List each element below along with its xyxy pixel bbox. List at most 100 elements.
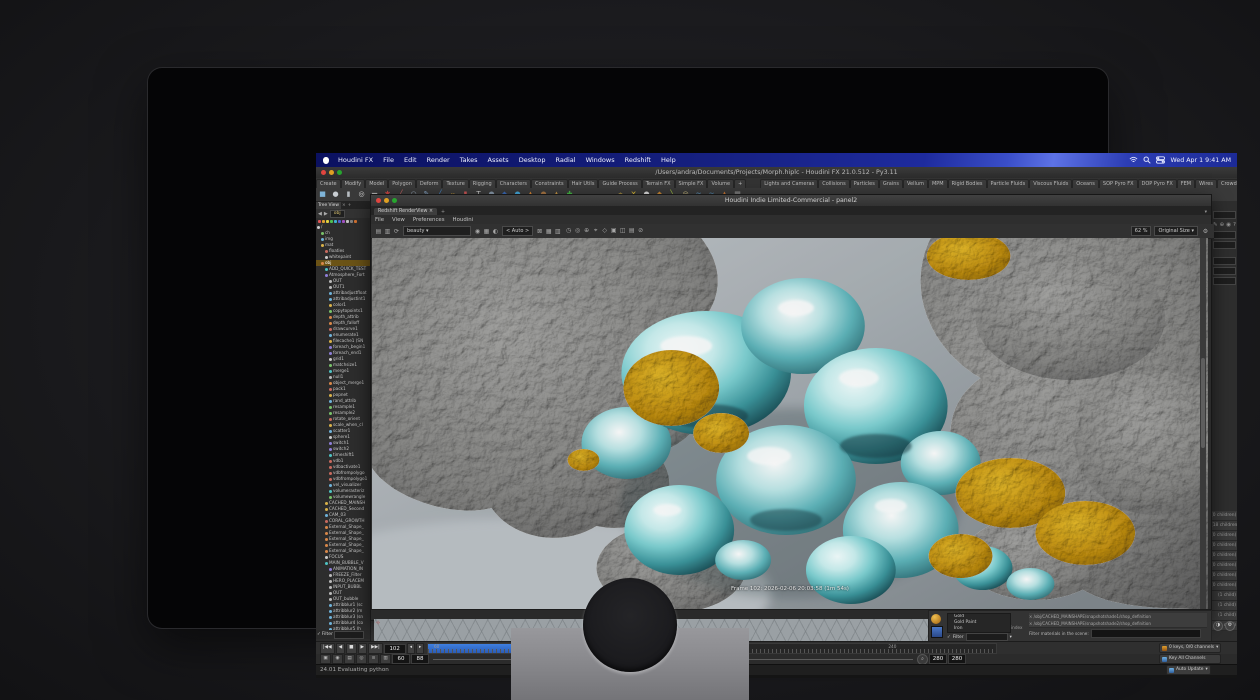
node-type-filter-icon[interactable] xyxy=(342,220,345,223)
toolbar-icon[interactable]: ⊘ xyxy=(636,227,645,235)
zoom-window-icon[interactable] xyxy=(337,170,342,175)
menubar-item[interactable]: File xyxy=(378,156,399,164)
scrollbar-thumb[interactable] xyxy=(1201,358,1205,448)
dropdown-icon[interactable]: ▾ xyxy=(1010,635,1012,640)
param-field[interactable] xyxy=(1213,277,1236,285)
toolbar-icon[interactable]: ▦ xyxy=(482,228,491,235)
transport-button[interactable]: |◀◀ xyxy=(320,643,335,654)
size-dropdown[interactable]: Original Size ▾ xyxy=(1154,226,1198,236)
shelf-tab[interactable]: DOP Pyro FX xyxy=(1138,179,1177,188)
toolbar-icon[interactable]: ◫ xyxy=(618,227,627,235)
toolbar-icon[interactable]: ⊠ xyxy=(535,228,544,235)
shelf-tab[interactable]: Create xyxy=(316,179,341,188)
menubar-item[interactable]: Assets xyxy=(483,156,514,164)
shelf-tab[interactable]: + xyxy=(734,179,746,188)
shelf-tab[interactable]: Terrain FX xyxy=(642,179,675,188)
filter-check-icon[interactable]: ✓ xyxy=(317,632,321,637)
menubar-item[interactable]: Help xyxy=(656,156,681,164)
toolbar-icon[interactable]: ⊕ xyxy=(582,227,591,235)
toolbar-icon[interactable]: ▦ xyxy=(544,228,553,235)
shelf-tool-icon[interactable]: ■ xyxy=(316,190,329,200)
playbar-option-icon[interactable]: ▣ xyxy=(320,654,331,664)
renderview-menu-item[interactable]: Houdini xyxy=(449,217,478,223)
shelf-tab[interactable]: Lights and Cameras xyxy=(760,179,818,188)
tree-path[interactable]: obj xyxy=(330,210,345,218)
menubar-clock[interactable]: Wed Apr 1 9:41 AM xyxy=(1170,157,1231,164)
toolbar-icon[interactable]: ▣ xyxy=(609,227,618,235)
playbar-option-icon[interactable]: ▥ xyxy=(380,654,391,664)
range-mid-field[interactable]: 88 xyxy=(411,654,429,664)
node-type-filter-icon[interactable] xyxy=(326,220,329,223)
tree-filter-input[interactable] xyxy=(334,631,364,639)
menubar-item[interactable]: Render xyxy=(422,156,455,164)
shop-definition-row[interactable]: × /obj/CACHED_MAINSHAPE/snapshotshade2/s… xyxy=(1029,620,1207,628)
menubar-item[interactable]: Desktop xyxy=(514,156,551,164)
shelf-tab[interactable]: FEM xyxy=(1177,179,1195,188)
close-window-icon[interactable] xyxy=(376,198,381,203)
shelf-tab[interactable]: Viscous Fluids xyxy=(1029,179,1072,188)
key-all-channels-button[interactable]: Key All Channels xyxy=(1159,654,1221,664)
shelf-tab[interactable]: SOP Pyro FX xyxy=(1099,179,1138,188)
range-end-field-a[interactable]: 280 xyxy=(929,654,947,664)
minimize-window-icon[interactable] xyxy=(384,198,389,203)
panel-icon[interactable]: ◉ xyxy=(1226,222,1231,228)
toolbar-icon[interactable]: ◎ xyxy=(573,227,582,235)
menubar-item[interactable]: Windows xyxy=(581,156,620,164)
param-field[interactable] xyxy=(1213,241,1236,249)
shelf-tab[interactable]: Crowds xyxy=(1217,179,1237,188)
apple-menu-icon[interactable] xyxy=(323,157,329,164)
panel-icon[interactable]: ⊕ xyxy=(1220,222,1225,228)
shelf-tab[interactable]: Particles xyxy=(850,179,879,188)
shelf-tab[interactable]: Constraints xyxy=(531,179,568,188)
node-type-filter-icon[interactable] xyxy=(322,220,325,223)
node-type-filter-icon[interactable] xyxy=(334,220,337,223)
shelf-tab[interactable]: Characters xyxy=(496,179,531,188)
menubar-item[interactable]: Edit xyxy=(399,156,422,164)
shelf-tab[interactable]: Grains xyxy=(879,179,903,188)
panel-icon[interactable]: ? xyxy=(1233,222,1236,228)
transport-button[interactable]: ▶ xyxy=(358,643,368,654)
node-type-filter-icon[interactable] xyxy=(330,220,333,223)
shelf-tab[interactable]: Texture xyxy=(442,179,468,188)
shelf-tool-icon[interactable]: ▮ xyxy=(342,190,355,200)
shelf-tab[interactable]: Hair Utils xyxy=(568,179,599,188)
control-center-icon[interactable] xyxy=(1156,156,1165,164)
shelf-tab[interactable]: Wires xyxy=(1195,179,1217,188)
node-type-filter-icon[interactable] xyxy=(318,220,321,223)
toolbar-icon[interactable]: ◇ xyxy=(600,227,609,235)
nav-back-icon[interactable]: ◀ xyxy=(318,211,322,217)
material-list-item[interactable]: Iron xyxy=(948,626,1010,632)
minimize-window-icon[interactable] xyxy=(329,170,334,175)
toolbar-icon[interactable]: ▥ xyxy=(553,228,562,235)
shelf-tab[interactable]: Rigging xyxy=(469,179,496,188)
material-grid-icon[interactable] xyxy=(931,626,943,638)
param-field[interactable] xyxy=(1213,211,1236,219)
shelf-tab[interactable]: Model xyxy=(365,179,388,188)
shelf-tab[interactable]: Guide Process xyxy=(598,179,641,188)
material-sphere-icon[interactable] xyxy=(931,614,941,624)
renderview-menu-item[interactable]: View xyxy=(388,217,409,223)
shelf-tool-icon[interactable]: ◎ xyxy=(355,190,368,200)
shelf-tab[interactable]: Modify xyxy=(341,179,366,188)
menubar-item[interactable]: Radial xyxy=(551,156,581,164)
shelf-tab[interactable]: Polygon xyxy=(388,179,416,188)
param-field[interactable] xyxy=(1213,267,1236,275)
current-frame-field[interactable]: 102 xyxy=(384,644,406,654)
range-end-field-b[interactable]: 280 xyxy=(948,654,966,664)
shelf-tab[interactable]: MPM xyxy=(928,179,948,188)
wifi-icon[interactable] xyxy=(1129,156,1138,164)
transport-button[interactable]: ■ xyxy=(346,643,356,654)
playbar-option-icon[interactable]: ◎ xyxy=(356,654,367,664)
node-type-filter-icon[interactable] xyxy=(338,220,341,223)
filter-check-icon[interactable]: ✓ xyxy=(947,635,951,640)
toolbar-icon[interactable]: ▤ xyxy=(627,227,636,235)
nav-forward-icon[interactable]: ▶ xyxy=(324,211,328,217)
magnifier-icon[interactable]: ⌕ xyxy=(917,654,928,665)
close-window-icon[interactable] xyxy=(321,170,326,175)
shelf-tab[interactable]: Oceans xyxy=(1072,179,1099,188)
shelf-tab[interactable]: Particle Fluids xyxy=(987,179,1030,188)
param-field[interactable] xyxy=(1213,231,1236,239)
playbar-option-icon[interactable]: ◉ xyxy=(332,654,343,664)
renderview-tab[interactable]: Redshift RenderView × xyxy=(374,208,437,215)
transport-button[interactable]: ▶▶| xyxy=(368,643,383,654)
